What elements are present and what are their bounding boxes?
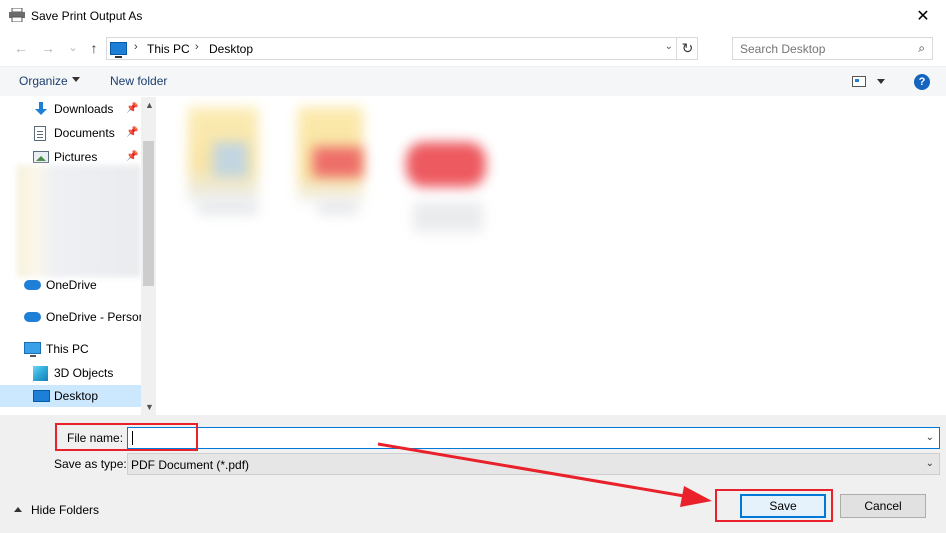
- blurred-file-item[interactable]: [406, 142, 486, 187]
- this-pc-icon: [24, 342, 41, 357]
- save-as-type-dropdown-icon[interactable]: ⌄: [926, 458, 934, 469]
- pictures-icon: [33, 151, 49, 163]
- sidebar-item-3d-objects[interactable]: 3D Objects: [0, 362, 141, 384]
- desktop-icon: [33, 390, 50, 402]
- address-bar[interactable]: › This PC › Desktop ⌄ ↻: [106, 37, 698, 60]
- chevron-up-icon[interactable]: [14, 507, 22, 512]
- help-icon[interactable]: ?: [914, 74, 930, 90]
- blurred-file-item: [318, 202, 358, 214]
- pin-icon: 📌: [126, 151, 139, 162]
- blurred-file-item: [313, 147, 363, 177]
- breadcrumb-separator-icon[interactable]: ›: [134, 41, 138, 53]
- file-name-highlight-box: [55, 423, 198, 451]
- breadcrumb-desktop[interactable]: Desktop: [209, 42, 253, 56]
- sidebar-item-label: This PC: [46, 342, 89, 356]
- organize-button[interactable]: Organize: [19, 74, 68, 88]
- pin-icon: 📌: [126, 127, 139, 138]
- search-input[interactable]: [733, 38, 908, 59]
- sidebar-item-onedrive[interactable]: OneDrive: [0, 274, 141, 296]
- breadcrumb-this-pc[interactable]: This PC: [147, 42, 190, 56]
- navigation-pane: Downloads 📌 Documents 📌 Pictures 📌 OneDr…: [0, 97, 156, 415]
- blurred-sidebar-region: [17, 165, 141, 277]
- sidebar-scrollbar[interactable]: ▲ ▼: [141, 97, 156, 415]
- new-folder-button[interactable]: New folder: [110, 74, 167, 88]
- file-name-field[interactable]: ⌄: [127, 427, 940, 449]
- blurred-file-item: [413, 202, 483, 232]
- organize-dropdown-icon[interactable]: [72, 77, 80, 82]
- sidebar-item-label: Documents: [54, 126, 115, 140]
- up-arrow-icon[interactable]: ↑: [85, 39, 103, 57]
- sidebar-item-label: Desktop: [54, 389, 99, 403]
- scroll-up-icon[interactable]: ▲: [145, 100, 154, 110]
- sidebar-item-label: Pictures: [54, 150, 98, 164]
- cancel-button[interactable]: Cancel: [840, 494, 926, 518]
- downloads-icon: [33, 102, 49, 116]
- scroll-thumb[interactable]: [143, 141, 154, 286]
- close-button[interactable]: ✕: [900, 0, 946, 32]
- sidebar-item-onedrive-personal[interactable]: OneDrive - Persor: [0, 306, 143, 328]
- refresh-icon[interactable]: ↻: [676, 37, 698, 60]
- sidebar-item-label: 3D Objects: [54, 366, 114, 380]
- window-title: Save Print Output As: [31, 9, 143, 23]
- save-as-type-select[interactable]: PDF Document (*.pdf) ⌄: [127, 453, 940, 475]
- navigation-bar: ← → ⌄ ↑ › This PC › Desktop ⌄ ↻ ⌕: [0, 34, 946, 62]
- printer-icon: [9, 8, 25, 22]
- search-box[interactable]: ⌕: [732, 37, 933, 60]
- sidebar-item-downloads[interactable]: Downloads 📌: [0, 98, 141, 120]
- file-list[interactable]: [158, 97, 946, 415]
- blurred-file-item: [213, 142, 248, 177]
- change-view-icon[interactable]: [852, 76, 866, 87]
- breadcrumb-separator-icon[interactable]: ›: [195, 41, 199, 53]
- save-button-highlight-box: [715, 489, 833, 522]
- command-toolbar: Organize New folder ?: [0, 66, 946, 96]
- blurred-file-item: [198, 202, 258, 214]
- scroll-down-icon[interactable]: ▼: [145, 402, 154, 412]
- sidebar-item-desktop[interactable]: Desktop: [0, 385, 141, 407]
- recent-locations-chevron-icon[interactable]: ⌄: [64, 39, 82, 57]
- onedrive-icon: [24, 280, 41, 290]
- forward-arrow-icon[interactable]: →: [39, 39, 57, 57]
- view-options-dropdown-icon[interactable]: [877, 79, 885, 84]
- file-name-dropdown-icon[interactable]: ⌄: [926, 432, 934, 443]
- this-pc-icon: [110, 42, 127, 58]
- hide-folders-button[interactable]: Hide Folders: [31, 503, 99, 517]
- sidebar-item-this-pc[interactable]: This PC: [0, 338, 141, 360]
- 3d-objects-icon: [33, 366, 48, 381]
- search-icon[interactable]: ⌕: [918, 41, 925, 56]
- documents-icon: [34, 126, 46, 141]
- sidebar-item-label: OneDrive - Persor: [46, 310, 143, 324]
- back-arrow-icon[interactable]: ←: [12, 39, 30, 57]
- sidebar-item-label: Downloads: [54, 102, 114, 116]
- title-bar: Save Print Output As ✕: [0, 0, 946, 32]
- sidebar-item-label: OneDrive: [46, 278, 97, 292]
- save-as-type-label: Save as type:: [54, 457, 127, 471]
- save-as-type-value: PDF Document (*.pdf): [131, 458, 250, 472]
- onedrive-icon: [24, 312, 41, 322]
- close-icon: ✕: [916, 8, 930, 25]
- pin-icon: 📌: [126, 103, 139, 114]
- address-history-chevron-icon[interactable]: ⌄: [665, 41, 673, 52]
- sidebar-item-documents[interactable]: Documents 📌: [0, 122, 141, 144]
